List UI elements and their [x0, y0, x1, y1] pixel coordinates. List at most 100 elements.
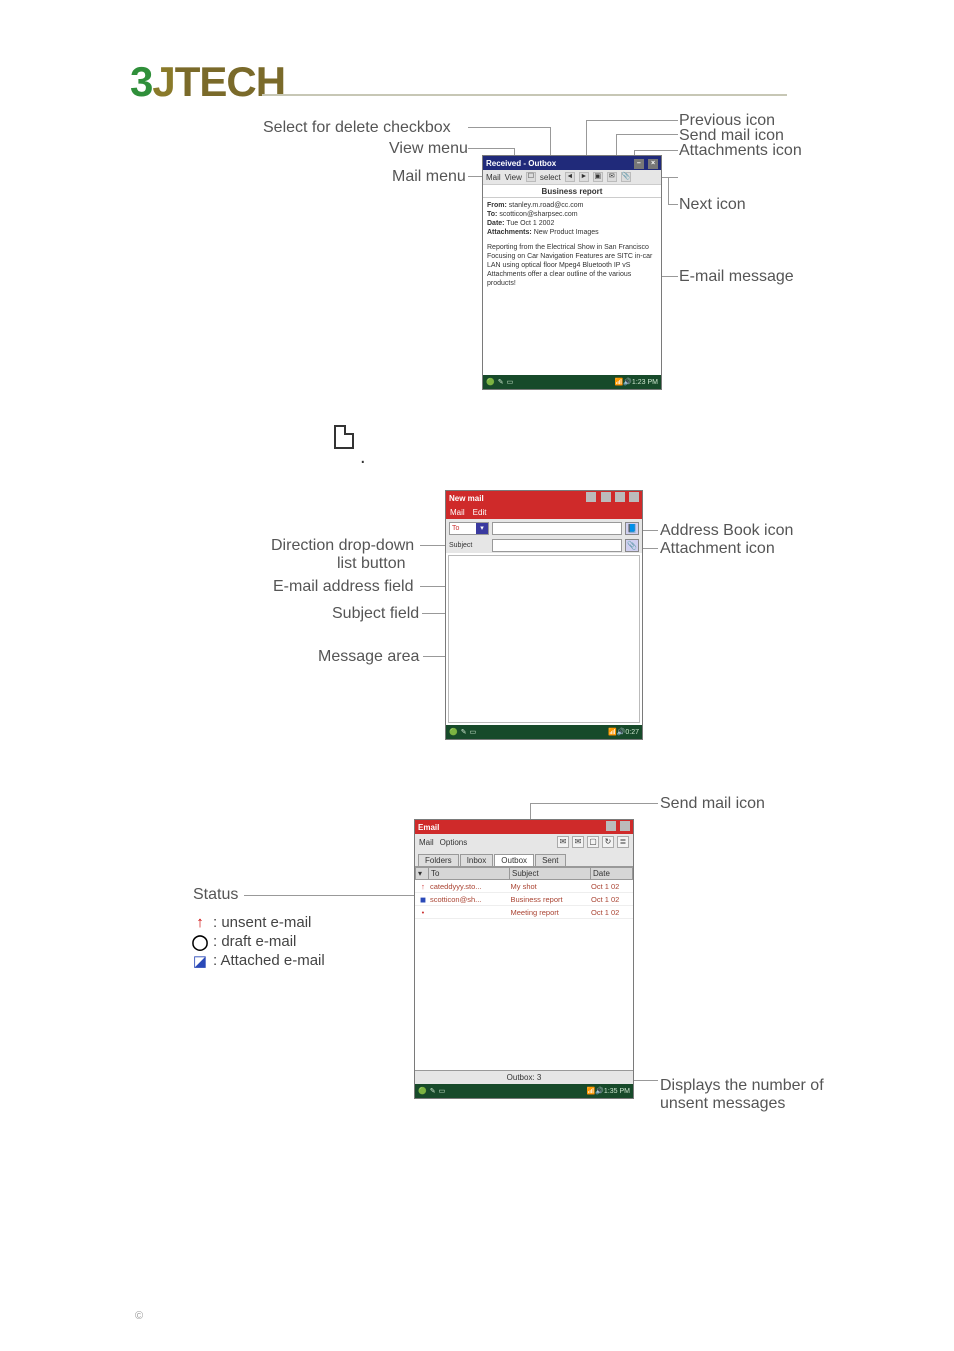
status-icon: ◼: [416, 895, 430, 904]
pen-icon[interactable]: ✎: [461, 728, 467, 736]
refresh-icon[interactable]: ↻: [602, 836, 614, 848]
start-icon[interactable]: 🟢: [418, 1087, 427, 1095]
col-status[interactable]: ▾: [415, 867, 429, 880]
email-address-field[interactable]: [492, 522, 622, 535]
attachment-icon[interactable]: 📎: [625, 539, 639, 552]
label-select-delete: Select for delete checkbox: [263, 119, 451, 137]
pen-icon[interactable]: ✎: [498, 378, 504, 386]
col-subject[interactable]: Subject: [510, 867, 591, 880]
draft-icon: ◯: [193, 935, 207, 949]
send-icon[interactable]: ✉: [607, 172, 617, 182]
menu-edit[interactable]: Edit: [473, 508, 487, 517]
window-icon[interactable]: ▭: [470, 728, 477, 736]
titlebar-icon[interactable]: [615, 492, 625, 502]
pen-icon[interactable]: ✎: [430, 1087, 436, 1095]
cell-to: cateddyyy.sto...: [430, 882, 511, 891]
titlebar-close-icon[interactable]: ×: [648, 159, 658, 169]
cell-date: Oct 1 02: [591, 895, 633, 904]
menubar: Mail Options ✉ ✉ ▢ ↻ ≣: [415, 834, 633, 850]
cell-date: Oct 1 02: [591, 908, 633, 917]
legend-attached-text: : Attached e-mail: [213, 952, 325, 969]
cell-subject: My shot: [511, 882, 592, 891]
to-label: To:: [487, 211, 497, 218]
column-headers: ▾ To Subject Date: [415, 866, 633, 880]
label-attachment-icon: Attachment icon: [660, 540, 775, 558]
legend-draft: ◯ : draft e-mail: [193, 933, 325, 950]
status-icon: ↑: [416, 882, 430, 891]
subject-field[interactable]: [492, 539, 622, 552]
legend-draft-text: : draft e-mail: [213, 933, 296, 950]
prev-icon[interactable]: ◄: [565, 172, 575, 182]
label-status: Status: [193, 886, 238, 904]
table-row[interactable]: • Meeting report Oct 1 02: [415, 906, 633, 919]
next-nav-icon[interactable]: ►: [579, 172, 589, 182]
titlebar-icon[interactable]: [601, 492, 611, 502]
att-value: New Product Images: [534, 229, 599, 236]
line: [634, 150, 678, 151]
line: [244, 895, 419, 896]
header-rule: [262, 94, 787, 96]
dropdown-caret-icon[interactable]: ▾: [476, 523, 488, 534]
titlebar-icon[interactable]: [606, 821, 616, 831]
vol-icon: 🔊: [617, 728, 626, 736]
to-value: scotticon@sharpsec.com: [499, 211, 577, 218]
email-body: Reporting from the Electrical Show in Sa…: [483, 240, 661, 291]
address-book-icon[interactable]: 📘: [625, 522, 639, 535]
start-icon[interactable]: 🟢: [486, 378, 495, 386]
titlebar-icon[interactable]: [620, 821, 630, 831]
menu-mail[interactable]: Mail: [419, 838, 434, 847]
delete-checkbox[interactable]: ☐: [526, 172, 536, 182]
line: [662, 276, 678, 277]
message-area[interactable]: [448, 555, 640, 723]
net-icon: 📶: [586, 1087, 595, 1095]
window-title: Received - Outbox: [486, 159, 632, 168]
taskbar: 🟢 ✎ ▭ 📶 🔊 1:35 PM: [415, 1084, 633, 1098]
window-icon[interactable]: ▭: [439, 1087, 446, 1095]
status-legend: ↑ : unsent e-mail ◯ : draft e-mail ◪ : A…: [193, 912, 325, 971]
table-row[interactable]: ↑ cateddyyy.sto... My shot Oct 1 02: [415, 880, 633, 893]
document-icon: [334, 425, 354, 449]
col-date[interactable]: Date: [591, 867, 633, 880]
menu-options[interactable]: Options: [440, 838, 468, 847]
send-mail-icon[interactable]: ✉: [572, 836, 584, 848]
delete-checkbox-label: select: [540, 173, 561, 182]
window-titlebar: New mail: [446, 491, 642, 505]
titlebar-icon[interactable]: [629, 492, 639, 502]
label-view-menu: View menu: [389, 140, 468, 158]
titlebar-min-icon[interactable]: –: [634, 159, 644, 169]
tab-sent[interactable]: Sent: [535, 854, 565, 866]
titlebar-icon[interactable]: [586, 492, 596, 502]
label-send-mail-icon2: Send mail icon: [660, 795, 765, 813]
table-row[interactable]: ◼ scotticon@sh... Business report Oct 1 …: [415, 893, 633, 906]
menu-view[interactable]: View: [505, 173, 522, 182]
menu-mail[interactable]: Mail: [450, 508, 465, 517]
vol-icon: 🔊: [595, 1087, 604, 1095]
tab-inbox[interactable]: Inbox: [460, 854, 494, 866]
menubar: Mail View ☐ select ◄ ► ▣ ✉ 📎: [483, 170, 661, 184]
menu-mail[interactable]: Mail: [486, 173, 501, 182]
window-icon[interactable]: ▭: [507, 378, 514, 386]
tab-folders[interactable]: Folders: [418, 854, 459, 866]
attach-icon[interactable]: 📎: [621, 172, 631, 182]
attached-icon: ◪: [193, 954, 207, 968]
direction-dropdown[interactable]: To ▾: [449, 522, 489, 535]
tab-outbox[interactable]: Outbox: [494, 854, 534, 866]
line: [616, 134, 678, 135]
subject-label: Subject: [449, 542, 489, 549]
list-icon[interactable]: ≣: [617, 836, 629, 848]
menubar: Mail Edit: [446, 505, 642, 519]
doc-icon[interactable]: ▢: [587, 836, 599, 848]
vol-icon: 🔊: [623, 378, 632, 386]
open-icon[interactable]: ▣: [593, 172, 603, 182]
unsent-icon: ↑: [193, 916, 207, 930]
label-email-field: E-mail address field: [273, 578, 414, 596]
window-title: Email: [418, 823, 604, 832]
legend-unsent-text: : unsent e-mail: [213, 914, 311, 931]
new-mail-icon[interactable]: ✉: [557, 836, 569, 848]
att-label: Attachments:: [487, 229, 532, 236]
from-value: stanley.m.road@cc.com: [509, 202, 584, 209]
start-icon[interactable]: 🟢: [449, 728, 458, 736]
col-to[interactable]: To: [429, 867, 510, 880]
logo-j: J: [152, 58, 174, 105]
taskbar: 🟢 ✎ ▭ 📶 🔊 0:27: [446, 725, 642, 739]
